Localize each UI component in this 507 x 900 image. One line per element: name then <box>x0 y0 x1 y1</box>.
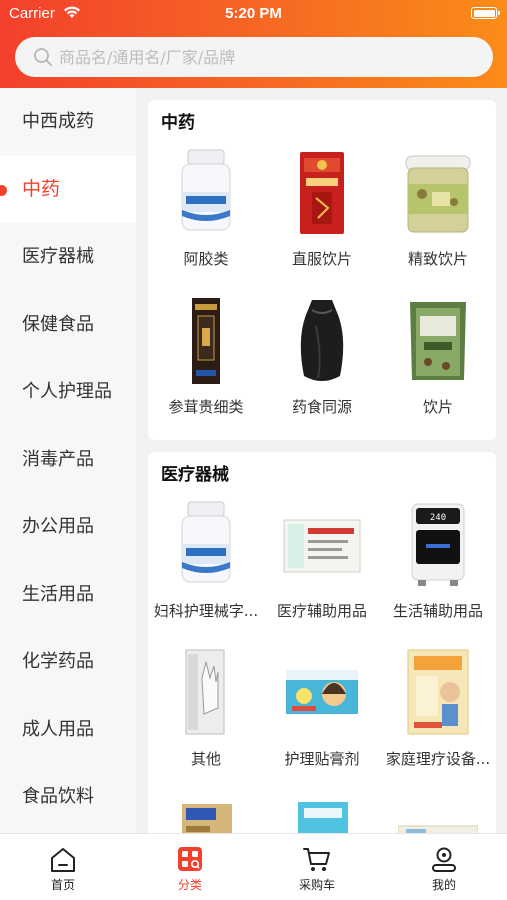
product-item[interactable] <box>380 796 496 833</box>
search-input[interactable] <box>59 37 479 77</box>
sidebar-item-personal-care[interactable]: 个人护理品 <box>0 358 136 426</box>
product-item[interactable] <box>264 796 380 833</box>
product-name: 阿胶类 <box>183 250 229 268</box>
product-name: 家庭理疗设备... <box>385 750 491 768</box>
tab-home[interactable]: 首页 <box>0 834 126 900</box>
section-title: 中药 <box>161 113 195 133</box>
product-name: 护理贴膏剂 <box>284 750 360 768</box>
svg-text:240: 240 <box>430 513 446 523</box>
header: Carrier 5:20 PM <box>0 0 507 88</box>
red-box-icon <box>300 152 344 234</box>
profile-icon <box>432 847 456 872</box>
section-chinese-medicine: 中药 阿胶类 直服饮片 精致饮片 参茸贵细类 药食同源 饮片 <box>148 100 496 440</box>
search-icon <box>34 48 52 66</box>
product-name: 饮片 <box>422 398 453 416</box>
sidebar-item-food-drinks[interactable]: 食品饮料 <box>0 763 136 831</box>
product-item[interactable] <box>148 796 264 833</box>
patch-box-icon <box>286 670 358 714</box>
glove-pack-icon <box>185 649 225 735</box>
product-item[interactable]: 直服饮片 <box>264 148 380 278</box>
product-item[interactable]: 240 生活辅助用品 <box>380 500 496 630</box>
product-name: 参茸贵细类 <box>168 398 244 416</box>
sidebar-item-chemical-drugs[interactable]: 化学药品 <box>0 628 136 696</box>
sidebar-item-health-food[interactable]: 保健食品 <box>0 291 136 359</box>
sidebar-item-medical-devices[interactable]: 医疗器械 <box>0 223 136 291</box>
category-content: 中药 阿胶类 直服饮片 精致饮片 参茸贵细类 药食同源 饮片 医疗器械 妇科护理… <box>136 88 507 833</box>
category-sidebar: 中西成药 中药 医疗器械 保健食品 个人护理品 消毒产品 办公用品 生活用品 化… <box>0 88 136 833</box>
product-item[interactable]: 药食同源 <box>264 296 380 426</box>
cart-icon <box>303 848 330 871</box>
product-item[interactable]: 饮片 <box>380 296 496 426</box>
product-item[interactable]: 妇科护理械字... <box>148 500 264 630</box>
category-grid-icon <box>178 847 202 871</box>
product-name: 妇科护理械字... <box>153 602 259 620</box>
tab-label: 我的 <box>431 878 456 892</box>
medicine-bottle-icon <box>181 501 231 583</box>
sidebar-item-chinese-medicine[interactable]: 中药 <box>0 155 136 223</box>
product-name: 生活辅助用品 <box>392 602 483 620</box>
heat-patch-icon <box>407 649 469 735</box>
section-title: 医疗器械 <box>161 465 229 485</box>
product-item[interactable]: 家庭理疗设备... <box>380 648 496 778</box>
product-name: 医疗辅助用品 <box>276 602 367 620</box>
tab-profile[interactable]: 我的 <box>381 834 507 900</box>
status-bar: Carrier 5:20 PM <box>0 0 507 30</box>
product-item[interactable]: 护理贴膏剂 <box>264 648 380 778</box>
product-pack-icon <box>298 802 348 833</box>
product-box-icon <box>182 804 232 833</box>
tab-label: 分类 <box>177 878 202 892</box>
medicine-bottle-icon <box>181 149 231 231</box>
product-item[interactable]: 其他 <box>148 648 264 778</box>
search-bar[interactable] <box>15 37 493 77</box>
black-pouch-icon <box>300 300 344 381</box>
sidebar-item-daily-goods[interactable]: 生活用品 <box>0 561 136 629</box>
sidebar-item-disinfection[interactable]: 消毒产品 <box>0 426 136 494</box>
device-icon: 240 <box>411 503 465 586</box>
product-name: 直服饮片 <box>291 250 352 268</box>
battery-icon <box>471 7 500 19</box>
herb-jar-icon <box>405 155 471 233</box>
product-item[interactable]: 阿胶类 <box>148 148 264 278</box>
tab-label: 采购车 <box>298 878 335 892</box>
product-strip-icon <box>398 825 478 833</box>
home-icon <box>51 848 75 872</box>
product-item[interactable]: 参茸贵细类 <box>148 296 264 426</box>
tab-category[interactable]: 分类 <box>127 834 253 900</box>
sidebar-item-adult-products[interactable]: 成人用品 <box>0 696 136 764</box>
product-item[interactable]: 精致饮片 <box>380 148 496 278</box>
bandage-pack-icon <box>283 519 361 573</box>
tab-cart[interactable]: 采购车 <box>254 834 380 900</box>
product-name: 精致饮片 <box>407 250 468 268</box>
tab-bar: 首页 分类 采购车 我的 <box>0 833 507 900</box>
clock: 5:20 PM <box>225 5 282 22</box>
sidebar-item-western-medicine[interactable]: 中西成药 <box>0 88 136 156</box>
product-item[interactable]: 医疗辅助用品 <box>264 500 380 630</box>
tab-label: 首页 <box>50 878 75 892</box>
herb-bag-icon <box>410 302 466 380</box>
product-name: 药食同源 <box>291 398 352 416</box>
product-name: 其他 <box>190 750 221 768</box>
gift-box-icon <box>192 298 220 384</box>
sidebar-item-office-supplies[interactable]: 办公用品 <box>0 493 136 561</box>
section-medical-devices: 医疗器械 妇科护理械字... 医疗辅助用品 240 生活辅助用品 其他 护理贴膏… <box>148 452 496 833</box>
